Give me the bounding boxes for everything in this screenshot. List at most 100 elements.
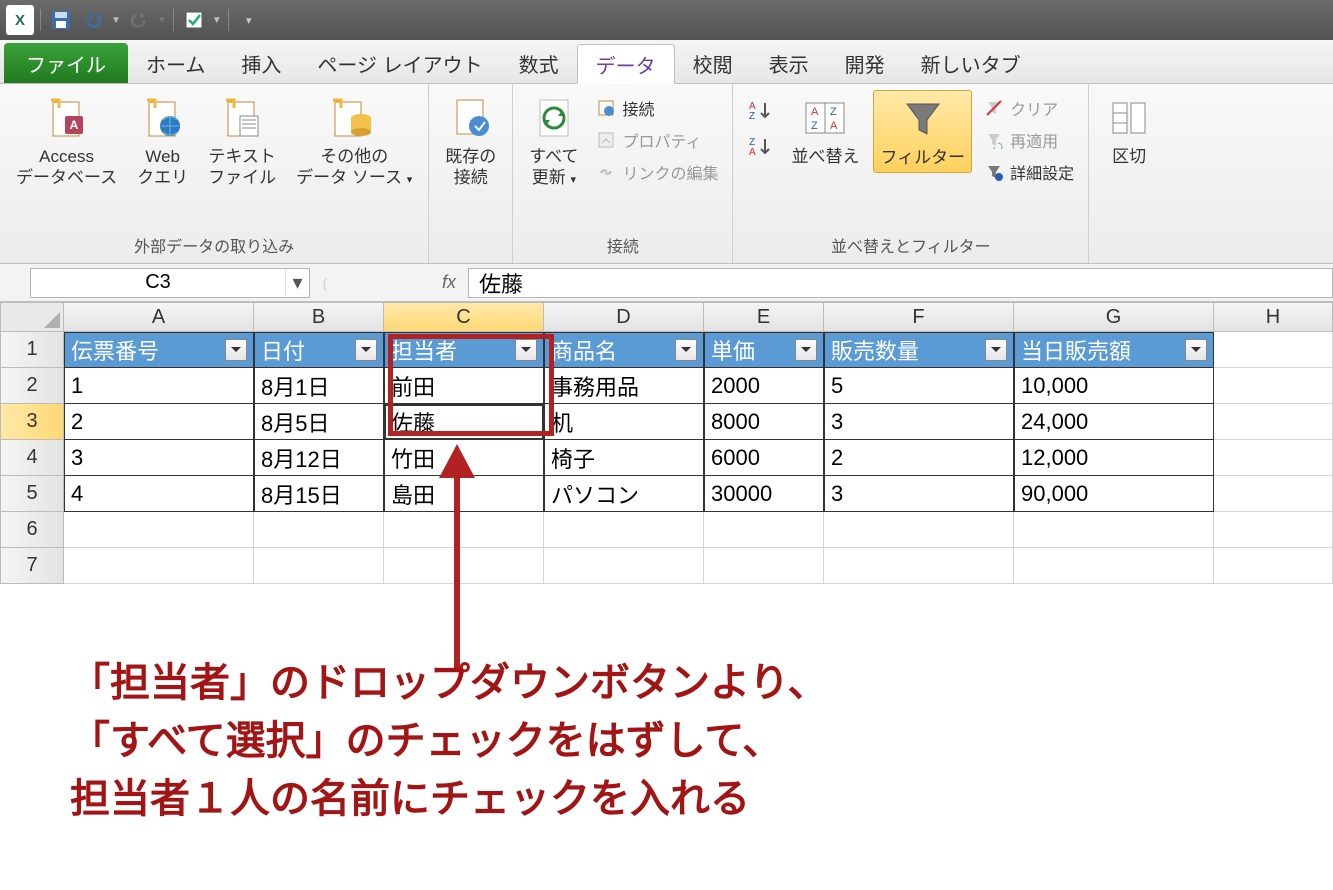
cell-D3[interactable]: 机 bbox=[544, 404, 704, 440]
check-icon[interactable] bbox=[180, 6, 208, 34]
btn-connections[interactable]: 接続 bbox=[592, 94, 722, 122]
cell-H1[interactable] bbox=[1214, 332, 1333, 368]
tab-newtab[interactable]: 新しいタブ bbox=[903, 43, 1039, 83]
cell-B6[interactable] bbox=[254, 512, 384, 548]
btn-existing-connections[interactable]: 既存の 接続 bbox=[439, 90, 502, 193]
cell-A7[interactable] bbox=[64, 548, 254, 584]
btn-sort-desc[interactable]: ZA bbox=[743, 134, 777, 158]
cell-H6[interactable] bbox=[1214, 512, 1333, 548]
cell-D4[interactable]: 椅子 bbox=[544, 440, 704, 476]
tab-home[interactable]: ホーム bbox=[128, 43, 223, 83]
tab-pagelayout[interactable]: ページ レイアウト bbox=[299, 43, 500, 83]
cell-E5[interactable]: 30000 bbox=[704, 476, 824, 512]
row-header-2[interactable]: 2 bbox=[0, 368, 64, 404]
cell-E3[interactable]: 8000 bbox=[704, 404, 824, 440]
cell-G6[interactable] bbox=[1014, 512, 1214, 548]
btn-sort[interactable]: AZZA 並べ替え bbox=[785, 90, 865, 171]
tab-file[interactable]: ファイル bbox=[4, 43, 128, 83]
name-box-value[interactable]: C3 bbox=[31, 271, 285, 294]
filter-btn-F[interactable] bbox=[985, 339, 1007, 361]
col-header-D[interactable]: D bbox=[544, 302, 704, 332]
filter-btn-E[interactable] bbox=[795, 339, 817, 361]
row-header-1[interactable]: 1 bbox=[0, 332, 64, 368]
cell-A2[interactable]: 1 bbox=[64, 368, 254, 404]
tab-data[interactable]: データ bbox=[577, 44, 675, 84]
cell-D1[interactable]: 商品名 bbox=[544, 332, 704, 368]
tab-view[interactable]: 表示 bbox=[751, 43, 827, 83]
cell-F7[interactable] bbox=[824, 548, 1014, 584]
excel-logo[interactable] bbox=[6, 6, 34, 34]
cell-H4[interactable] bbox=[1214, 440, 1333, 476]
cell-D6[interactable] bbox=[544, 512, 704, 548]
cell-C2[interactable]: 前田 bbox=[384, 368, 544, 404]
fx-icon[interactable]: fx bbox=[430, 272, 468, 293]
tab-developer[interactable]: 開発 bbox=[827, 43, 903, 83]
cell-F1[interactable]: 販売数量 bbox=[824, 332, 1014, 368]
cell-B7[interactable] bbox=[254, 548, 384, 584]
btn-filter[interactable]: フィルター bbox=[873, 90, 972, 173]
cell-E7[interactable] bbox=[704, 548, 824, 584]
col-header-E[interactable]: E bbox=[704, 302, 824, 332]
cell-B4[interactable]: 8月12日 bbox=[254, 440, 384, 476]
cell-H3[interactable] bbox=[1214, 404, 1333, 440]
cell-B2[interactable]: 8月1日 bbox=[254, 368, 384, 404]
cell-H5[interactable] bbox=[1214, 476, 1333, 512]
row-header-4[interactable]: 4 bbox=[0, 440, 64, 476]
cell-A3[interactable]: 2 bbox=[64, 404, 254, 440]
name-box[interactable]: C3 ▾ bbox=[30, 268, 310, 298]
cell-E4[interactable]: 6000 bbox=[704, 440, 824, 476]
save-icon[interactable] bbox=[47, 6, 75, 34]
cell-E6[interactable] bbox=[704, 512, 824, 548]
cell-E2[interactable]: 2000 bbox=[704, 368, 824, 404]
cell-F5[interactable]: 3 bbox=[824, 476, 1014, 512]
cell-B1[interactable]: 日付 bbox=[254, 332, 384, 368]
select-all-cell[interactable] bbox=[0, 302, 64, 332]
cell-F3[interactable]: 3 bbox=[824, 404, 1014, 440]
cell-G7[interactable] bbox=[1014, 548, 1214, 584]
btn-other-sources[interactable]: その他の データ ソース ▾ bbox=[290, 90, 418, 193]
filter-btn-B[interactable] bbox=[355, 339, 377, 361]
col-header-H[interactable]: H bbox=[1214, 302, 1333, 332]
cell-F6[interactable] bbox=[824, 512, 1014, 548]
row-header-7[interactable]: 7 bbox=[0, 548, 64, 584]
filter-btn-A[interactable] bbox=[225, 339, 247, 361]
cell-A1[interactable]: 伝票番号 bbox=[64, 332, 254, 368]
tab-insert[interactable]: 挿入 bbox=[223, 43, 299, 83]
tab-formulas[interactable]: 数式 bbox=[501, 43, 577, 83]
cell-A5[interactable]: 4 bbox=[64, 476, 254, 512]
cell-D5[interactable]: パソコン bbox=[544, 476, 704, 512]
cell-G2[interactable]: 10,000 bbox=[1014, 368, 1214, 404]
filter-btn-D[interactable] bbox=[675, 339, 697, 361]
cell-H2[interactable] bbox=[1214, 368, 1333, 404]
row-header-6[interactable]: 6 bbox=[0, 512, 64, 548]
filter-btn-G[interactable] bbox=[1185, 339, 1207, 361]
col-header-F[interactable]: F bbox=[824, 302, 1014, 332]
cell-A4[interactable]: 3 bbox=[64, 440, 254, 476]
cell-A6[interactable] bbox=[64, 512, 254, 548]
cell-G5[interactable]: 90,000 bbox=[1014, 476, 1214, 512]
cell-G3[interactable]: 24,000 bbox=[1014, 404, 1214, 440]
cell-B5[interactable]: 8月15日 bbox=[254, 476, 384, 512]
btn-web[interactable]: Web クエリ bbox=[131, 90, 194, 193]
formula-input[interactable]: 佐藤 bbox=[468, 268, 1333, 298]
cell-F4[interactable]: 2 bbox=[824, 440, 1014, 476]
cell-G4[interactable]: 12,000 bbox=[1014, 440, 1214, 476]
col-header-A[interactable]: A bbox=[64, 302, 254, 332]
cell-F2[interactable]: 5 bbox=[824, 368, 1014, 404]
cell-B3[interactable]: 8月5日 bbox=[254, 404, 384, 440]
filter-btn-C[interactable] bbox=[515, 339, 537, 361]
qat-customize-icon[interactable]: ▾ bbox=[235, 6, 263, 34]
undo-icon[interactable] bbox=[79, 6, 107, 34]
btn-text-to-columns[interactable]: 区切 bbox=[1099, 90, 1159, 171]
cell-H7[interactable] bbox=[1214, 548, 1333, 584]
btn-sort-asc[interactable]: AZ bbox=[743, 98, 777, 122]
btn-access[interactable]: A Access データベース bbox=[10, 90, 123, 193]
cell-D2[interactable]: 事務用品 bbox=[544, 368, 704, 404]
cell-E1[interactable]: 単価 bbox=[704, 332, 824, 368]
tab-review[interactable]: 校閲 bbox=[675, 43, 751, 83]
name-box-dropdown[interactable]: ▾ bbox=[285, 270, 309, 295]
cell-G1[interactable]: 当日販売額 bbox=[1014, 332, 1214, 368]
cell-C1[interactable]: 担当者 bbox=[384, 332, 544, 368]
row-header-3[interactable]: 3 bbox=[0, 404, 64, 440]
cell-D7[interactable] bbox=[544, 548, 704, 584]
